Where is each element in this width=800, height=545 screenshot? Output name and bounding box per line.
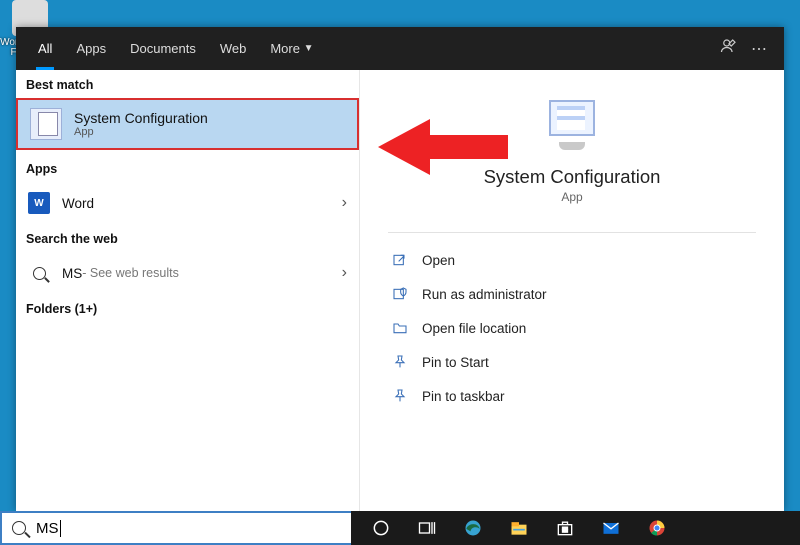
action-run-admin-label: Run as administrator xyxy=(422,287,547,302)
taskbar: MS xyxy=(0,511,800,545)
results-list: Best match System Configuration App Apps… xyxy=(16,70,360,511)
action-open-file-location[interactable]: Open file location xyxy=(388,311,756,345)
result-word[interactable]: W Word › xyxy=(16,182,359,224)
tab-apps-label: Apps xyxy=(76,41,106,56)
system-config-icon xyxy=(30,108,62,140)
tab-more[interactable]: More ▼ xyxy=(258,27,325,70)
word-icon: W xyxy=(28,192,50,214)
chevron-right-icon: › xyxy=(342,264,347,282)
edge-icon[interactable] xyxy=(457,512,489,544)
result-word-label: Word xyxy=(62,196,94,211)
tab-web-label: Web xyxy=(220,41,247,56)
action-run-as-admin[interactable]: Run as administrator xyxy=(388,277,756,311)
divider xyxy=(388,232,756,233)
shield-icon xyxy=(392,286,408,302)
web-query-label: MS xyxy=(62,266,82,281)
best-match-header: Best match xyxy=(16,70,359,98)
search-icon xyxy=(28,262,50,284)
preview-subtitle: App xyxy=(388,190,756,204)
action-open-loc-label: Open file location xyxy=(422,321,526,336)
action-open[interactable]: Open xyxy=(388,243,756,277)
search-tabs: All Apps Documents Web More ▼ ⋯ xyxy=(16,27,784,70)
cortana-button[interactable] xyxy=(365,512,397,544)
action-pin-to-start[interactable]: Pin to Start xyxy=(388,345,756,379)
tab-more-label: More xyxy=(270,41,300,56)
action-pin-start-label: Pin to Start xyxy=(422,355,489,370)
start-search-panel: All Apps Documents Web More ▼ ⋯ Best mat… xyxy=(16,27,784,511)
preview-app-icon xyxy=(543,100,601,150)
chrome-icon[interactable] xyxy=(641,512,673,544)
folder-icon xyxy=(392,320,408,336)
folders-header: Folders (1+) xyxy=(16,294,359,322)
search-web-header: Search the web xyxy=(16,224,359,252)
best-match-subtitle: App xyxy=(74,126,208,138)
text-caret xyxy=(60,520,61,537)
chevron-down-icon: ▼ xyxy=(304,43,314,54)
search-query-text: MS xyxy=(36,520,59,537)
tab-apps[interactable]: Apps xyxy=(64,27,118,70)
search-icon xyxy=(12,521,26,535)
microsoft-store-icon[interactable] xyxy=(549,512,581,544)
pin-start-icon xyxy=(392,354,408,370)
more-options-icon[interactable]: ⋯ xyxy=(744,39,774,59)
open-icon xyxy=(392,252,408,268)
action-pin-taskbar-label: Pin to taskbar xyxy=(422,389,505,404)
feedback-icon[interactable] xyxy=(714,37,744,60)
file-explorer-icon[interactable] xyxy=(503,512,535,544)
tab-all[interactable]: All xyxy=(26,27,64,70)
taskbar-search-input[interactable]: MS xyxy=(0,511,351,545)
web-suffix-label: - See web results xyxy=(82,266,179,280)
apps-header: Apps xyxy=(16,154,359,182)
action-pin-to-taskbar[interactable]: Pin to taskbar xyxy=(388,379,756,413)
chevron-right-icon: › xyxy=(342,194,347,212)
result-web-ms[interactable]: MS - See web results › xyxy=(16,252,359,294)
task-view-button[interactable] xyxy=(411,512,443,544)
tab-documents-label: Documents xyxy=(130,41,196,56)
tab-documents[interactable]: Documents xyxy=(118,27,208,70)
best-match-title: System Configuration xyxy=(74,110,208,126)
tab-web[interactable]: Web xyxy=(208,27,259,70)
tab-all-label: All xyxy=(38,41,52,56)
mail-icon[interactable] xyxy=(595,512,627,544)
preview-pane: System Configuration App Open Run as adm… xyxy=(360,70,784,511)
preview-title: System Configuration xyxy=(388,166,756,188)
action-open-label: Open xyxy=(422,253,455,268)
best-match-result[interactable]: System Configuration App xyxy=(16,98,359,150)
pin-taskbar-icon xyxy=(392,388,408,404)
